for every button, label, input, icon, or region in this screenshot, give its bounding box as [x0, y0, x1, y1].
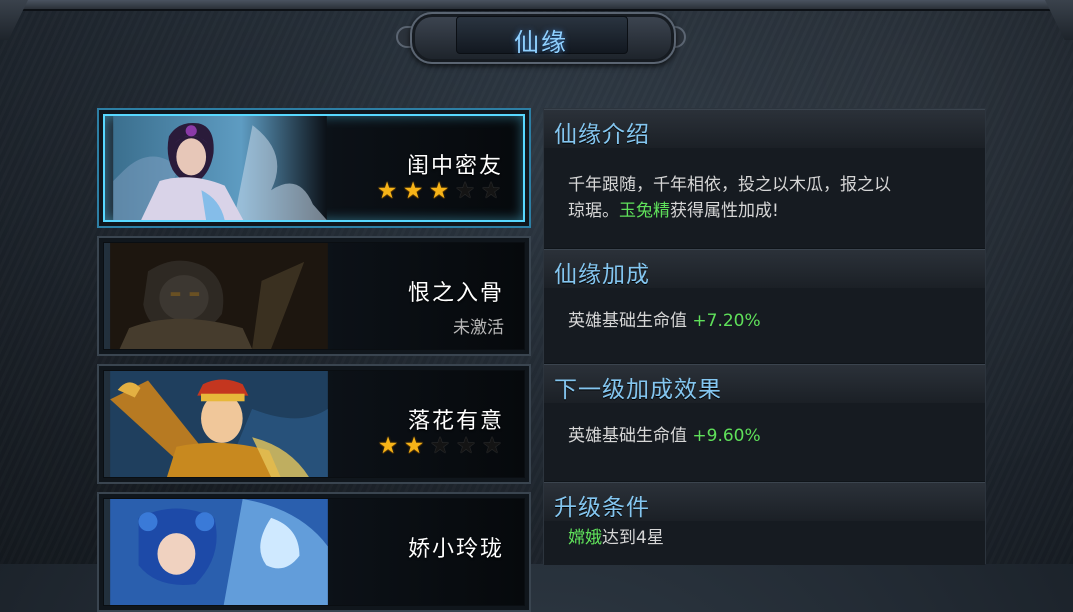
star-empty-icon: ★: [480, 178, 502, 204]
fate-card-1[interactable]: 闺中密友 ★ ★ ★ ★ ★: [97, 108, 531, 228]
star-empty-icon: ★: [481, 433, 503, 459]
upgrade-condition-text: 达到4星: [602, 528, 664, 548]
star-filled-icon: ★: [377, 433, 399, 459]
card-frame: 娇小玲珑: [103, 498, 525, 606]
fate-card-4[interactable]: 娇小玲珑: [97, 492, 531, 612]
intro-text: 千年跟随，千年相依，投之以木瓜，报之以 琼琚。玉兔精获得属性加成!: [568, 172, 957, 224]
fate-card-3[interactable]: 落花有意 ★ ★ ★ ★ ★: [97, 364, 531, 484]
hero-portrait-4: [110, 499, 328, 605]
fate-detail-panel: 仙缘介绍 千年跟随，千年相依，投之以木瓜，报之以 琼琚。玉兔精获得属性加成! 仙…: [543, 108, 986, 565]
star-rating: ★ ★ ★ ★ ★: [375, 180, 503, 203]
fate-name: 落花有意: [407, 409, 504, 434]
bonus-body: 英雄基础生命值 +7.20%: [544, 288, 985, 363]
fate-name: 恨之入骨: [407, 281, 504, 306]
bonus-header: 仙缘加成: [544, 249, 985, 289]
star-empty-icon: ★: [455, 433, 477, 459]
intro-header: 仙缘介绍: [544, 109, 985, 149]
upgrade-body: 嫦娥达到4星: [544, 521, 985, 565]
fate-card-2[interactable]: 恨之入骨 未激活: [97, 236, 531, 356]
bonus-stat: 英雄基础生命值 +7.20%: [568, 308, 957, 334]
upgrade-hero-name: 嫦娥: [568, 528, 602, 548]
next-bonus-stat-value: +9.60%: [692, 426, 761, 446]
fate-card-list[interactable]: 闺中密友 ★ ★ ★ ★ ★ 恨之入骨 未激活 落花有意 ★ ★ ★ ★ ★ 娇…: [97, 108, 533, 612]
upgrade-header: 升级条件: [544, 482, 985, 522]
bonus-title: 仙缘加成: [554, 262, 650, 288]
next-bonus-body: 英雄基础生命值 +9.60%: [544, 403, 985, 481]
hero-portrait-1: [113, 116, 327, 220]
star-empty-icon: ★: [429, 433, 451, 459]
star-filled-icon: ★: [402, 178, 424, 204]
page-title: 仙缘: [513, 28, 568, 57]
intro-line-2-prefix: 琼琚。: [568, 201, 619, 221]
hero-portrait-3: [110, 371, 328, 477]
fate-name: 闺中密友: [406, 154, 503, 179]
card-frame: 落花有意 ★ ★ ★ ★ ★: [103, 370, 525, 478]
next-bonus-stat: 英雄基础生命值 +9.60%: [568, 423, 957, 449]
upgrade-condition: 嫦娥达到4星: [568, 525, 957, 551]
intro-line-2: 琼琚。玉兔精获得属性加成!: [568, 198, 957, 224]
hero-name-link: 玉兔精: [619, 201, 670, 221]
star-filled-icon: ★: [428, 178, 450, 204]
intro-body: 千年跟随，千年相依，投之以木瓜，报之以 琼琚。玉兔精获得属性加成!: [544, 148, 985, 248]
next-bonus-stat-label: 英雄基础生命值: [568, 426, 687, 446]
bonus-stat-label: 英雄基础生命值: [568, 311, 687, 331]
intro-title: 仙缘介绍: [554, 122, 650, 148]
bonus-stat-value: +7.20%: [692, 311, 761, 331]
card-frame: 恨之入骨 未激活: [103, 242, 525, 350]
next-bonus-title: 下一级加成效果: [554, 377, 722, 403]
star-empty-icon: ★: [454, 178, 476, 204]
card-frame: 闺中密友 ★ ★ ★ ★ ★: [103, 114, 525, 222]
fate-status: 未激活: [453, 318, 504, 338]
fate-name: 娇小玲珑: [407, 537, 504, 562]
star-filled-icon: ★: [403, 433, 425, 459]
intro-line-1: 千年跟随，千年相依，投之以木瓜，报之以: [568, 175, 891, 195]
star-filled-icon: ★: [376, 178, 398, 204]
upgrade-title: 升级条件: [554, 495, 650, 521]
star-rating: ★ ★ ★ ★ ★: [376, 435, 504, 458]
next-bonus-header: 下一级加成效果: [544, 364, 985, 404]
intro-line-2-suffix: 获得属性加成!: [670, 201, 779, 221]
hero-portrait-2: [110, 243, 328, 349]
title-plate: 仙缘: [396, 8, 686, 64]
